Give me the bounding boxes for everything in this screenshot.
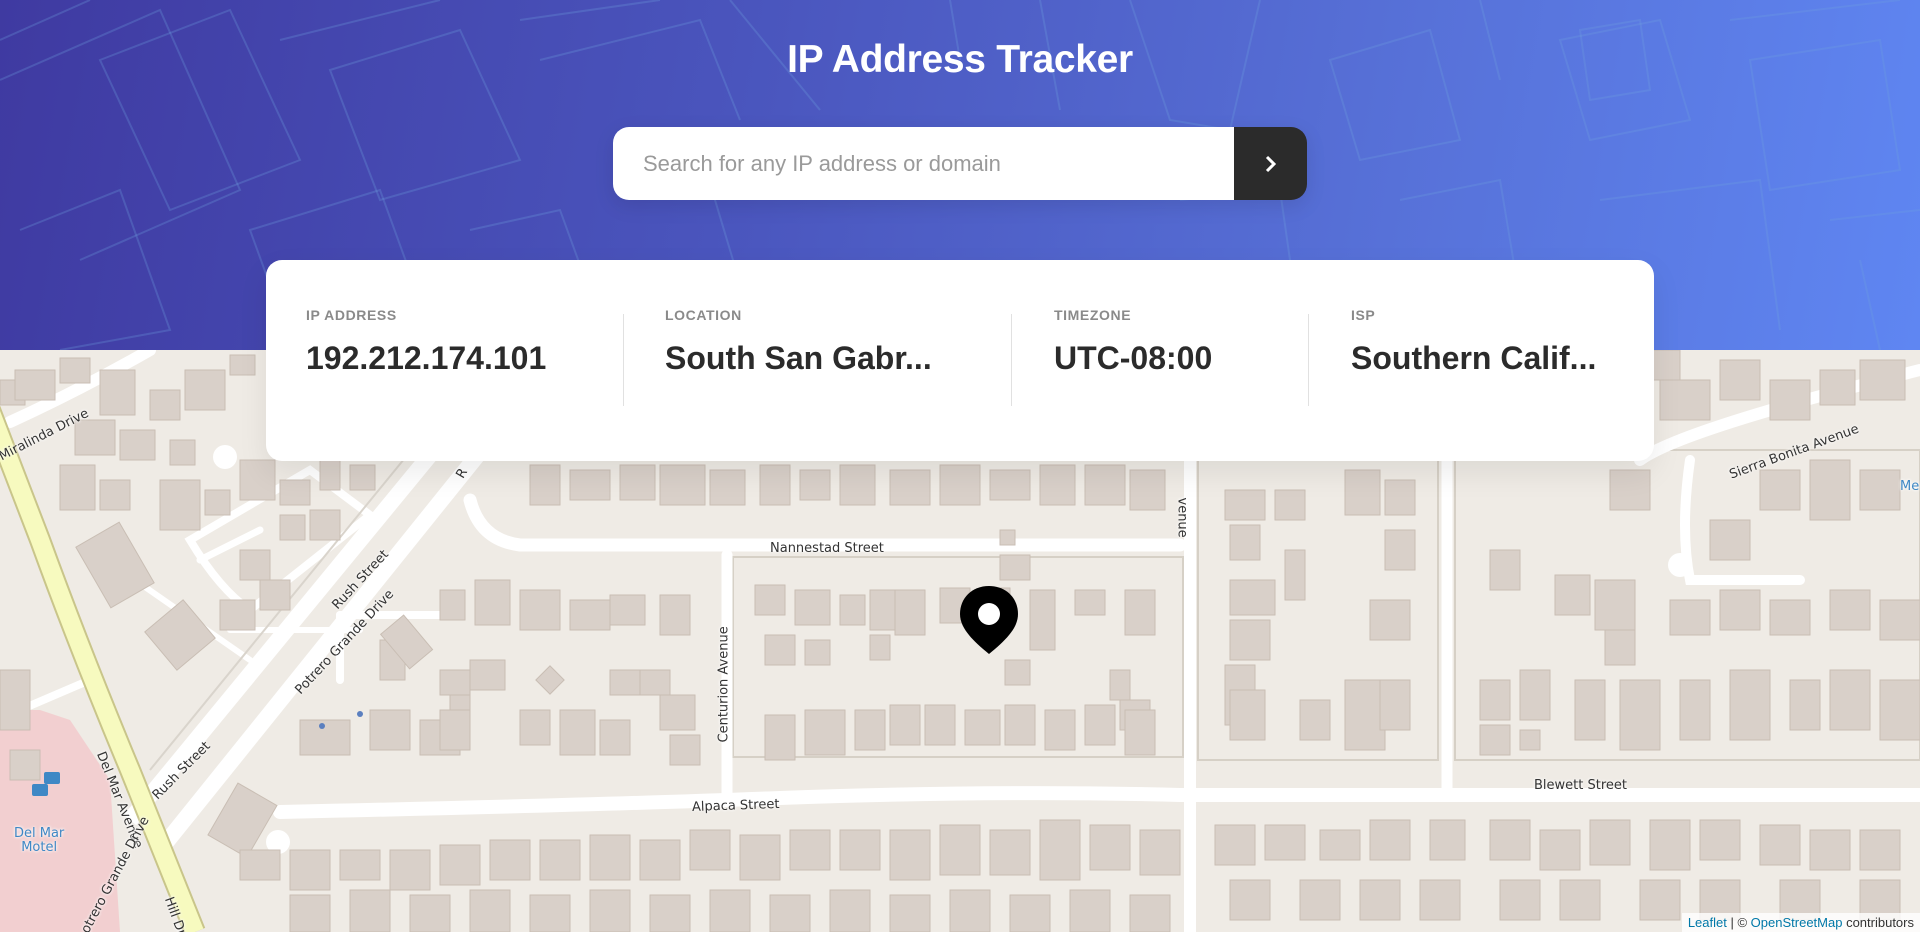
poi-name-line1: Del Mar	[14, 826, 65, 841]
search-bar	[613, 127, 1307, 200]
street-label-blewett-street: Blewett Street	[1534, 778, 1627, 793]
location-value: South San Gabr...	[665, 340, 932, 376]
poi-label-edge: Me	[1900, 479, 1920, 494]
street-label-nannestad-street: Nannestad Street	[770, 541, 884, 556]
isp-value: Southern Calif...	[1351, 340, 1597, 376]
attribution-suffix: contributors	[1842, 915, 1914, 930]
search-input[interactable]	[613, 127, 1234, 200]
ip-address-value: 192.212.174.101	[306, 340, 547, 376]
isp-stat: ISP Southern Calif...	[1351, 260, 1611, 461]
timezone-label: TIMEZONE	[1054, 307, 1132, 323]
stat-divider	[1308, 314, 1309, 406]
ip-address-label: IP ADDRESS	[306, 307, 397, 323]
location-pin-icon[interactable]	[958, 584, 1020, 656]
page-title: IP Address Tracker	[787, 38, 1133, 81]
map-dot	[357, 711, 363, 717]
ip-address-stat: IP ADDRESS 192.212.174.101	[306, 260, 586, 461]
timezone-stat: TIMEZONE UTC-08:00	[1054, 260, 1284, 461]
ip-info-card: IP ADDRESS 192.212.174.101 LOCATION Sout…	[266, 260, 1654, 461]
isp-label: ISP	[1351, 307, 1376, 323]
stat-divider	[1011, 314, 1012, 406]
stat-divider	[623, 314, 624, 406]
poi-name-line2: Motel	[21, 840, 58, 855]
leaflet-link[interactable]: Leaflet	[1688, 915, 1727, 930]
poi-label-del-mar-motel: Del Mar Motel	[14, 827, 64, 855]
map-dot	[319, 723, 325, 729]
street-label-centurion-avenue: Centurion Avenue	[716, 626, 732, 743]
openstreetmap-link[interactable]: OpenStreetMap	[1751, 915, 1843, 930]
attribution-separator: | ©	[1726, 915, 1751, 930]
map-attribution: Leaflet | © OpenStreetMap contributors	[1681, 913, 1920, 932]
search-submit-button[interactable]	[1234, 127, 1307, 200]
chevron-right-icon	[1265, 155, 1276, 172]
timezone-value: UTC-08:00	[1054, 340, 1213, 376]
street-label-avenue-partial: venue	[1174, 497, 1190, 538]
location-label: LOCATION	[665, 307, 742, 323]
street-label-alpaca-street: Alpaca Street	[691, 796, 780, 815]
location-stat: LOCATION South San Gabr...	[665, 260, 955, 461]
